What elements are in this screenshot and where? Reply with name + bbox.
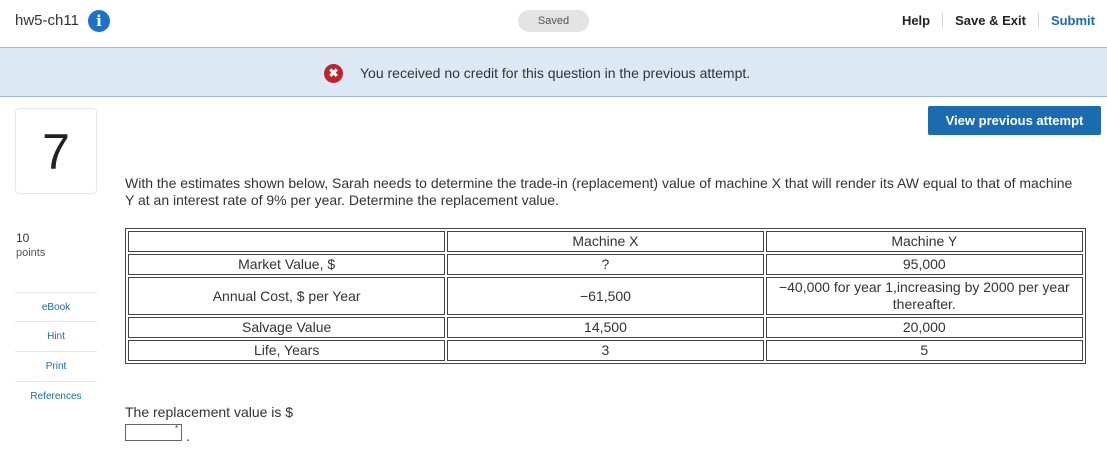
help-link[interactable]: Help <box>890 13 942 28</box>
answer-label: The replacement value is $ <box>125 404 294 420</box>
table-row: Salvage Value 14,500 20,000 <box>128 317 1083 338</box>
table-cell: 20,000 <box>765 317 1083 338</box>
question-number: 7 <box>15 108 97 194</box>
table-cell: Life, Years <box>128 340 446 361</box>
table-cell: 3 <box>447 340 764 361</box>
table-cell: 95,000 <box>765 254 1083 275</box>
table-header-cell <box>128 231 446 252</box>
table-cell: Annual Cost, $ per Year <box>128 277 446 315</box>
table-cell: 14,500 <box>447 317 764 338</box>
save-exit-link[interactable]: Save & Exit <box>942 13 1038 28</box>
saved-status-badge: Saved <box>518 10 589 32</box>
assignment-title: hw5-ch11 <box>15 12 79 29</box>
points-value: 10 <box>16 231 30 245</box>
answer-trailing-period: . <box>186 428 190 444</box>
hint-link[interactable]: Hint <box>15 322 97 352</box>
question-text: With the estimates shown below, Sarah ne… <box>125 175 1073 208</box>
table-row: Market Value, $ ? 95,000 <box>128 254 1083 275</box>
table-header-row: Machine X Machine Y <box>128 231 1083 252</box>
resource-links: eBook Hint Print References <box>15 292 97 412</box>
submit-link[interactable]: Submit <box>1037 13 1099 28</box>
top-bar: hw5-ch11 i Saved Help Save & Exit Submit <box>0 0 1107 44</box>
required-marker: * <box>175 424 179 433</box>
print-link[interactable]: Print <box>15 352 97 382</box>
table-header-cell: Machine Y <box>765 231 1083 252</box>
table-cell: ? <box>447 254 764 275</box>
table-cell: −61,500 <box>447 277 764 315</box>
table-row: Life, Years 3 5 <box>128 340 1083 361</box>
replacement-value-input[interactable] <box>125 424 182 441</box>
points-label: points <box>16 247 46 259</box>
notice-text: You received no credit for this question… <box>360 65 751 81</box>
top-links: Help Save & Exit Submit <box>890 13 1099 28</box>
estimates-table: Machine X Machine Y Market Value, $ ? 95… <box>125 228 1086 364</box>
table-cell: Market Value, $ <box>128 254 446 275</box>
info-icon[interactable]: i <box>88 10 110 32</box>
no-credit-notice: ✖ You received no credit for this questi… <box>0 47 1107 97</box>
error-x-icon: ✖ <box>324 64 343 83</box>
ebook-link[interactable]: eBook <box>15 292 97 322</box>
table-header-cell: Machine X <box>447 231 764 252</box>
table-row: Annual Cost, $ per Year −61,500 −40,000 … <box>128 277 1083 315</box>
table-cell: −40,000 for year 1,increasing by 2000 pe… <box>765 277 1083 315</box>
table-cell: Salvage Value <box>128 317 446 338</box>
table-cell: 5 <box>765 340 1083 361</box>
references-link[interactable]: References <box>15 382 97 412</box>
view-previous-attempt-button[interactable]: View previous attempt <box>928 106 1101 135</box>
